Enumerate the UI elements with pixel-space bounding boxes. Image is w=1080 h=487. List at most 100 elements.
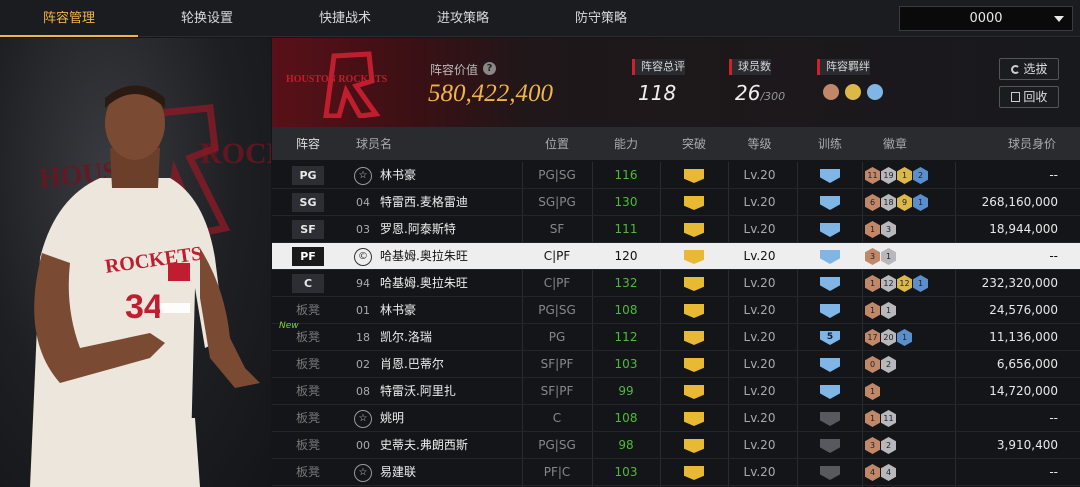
badge-list[interactable]: 6 18 9 1 bbox=[865, 194, 928, 211]
col-breakthrough[interactable]: 突破 bbox=[660, 128, 728, 160]
player-name[interactable]: 特雷西.麦格雷迪 bbox=[380, 189, 468, 216]
training-shield-icon[interactable] bbox=[820, 250, 840, 264]
player-name[interactable]: 凯尔.洛瑞 bbox=[380, 324, 432, 351]
badge-list[interactable]: 1 11 bbox=[865, 410, 896, 427]
training-shield-icon[interactable] bbox=[820, 466, 840, 480]
table-row[interactable]: 板凳 ☆ 易建联 PF|C 103 Lv.20 4 4 -- bbox=[272, 459, 1080, 486]
player-name[interactable]: 史蒂夫.弗朗西斯 bbox=[380, 432, 468, 459]
badge-icon: 1 bbox=[897, 167, 912, 184]
table-row[interactable]: SG 04 特雷西.麦格雷迪 SG|PG 130 Lv.20 6 18 9 1 268,160,00… bbox=[272, 189, 1080, 216]
table-row[interactable]: C 94 哈基姆.奥拉朱旺 C|PF 132 Lv.20 1 12 12 1 232,320,000 bbox=[272, 270, 1080, 297]
col-level[interactable]: 等级 bbox=[722, 128, 797, 160]
badge-list[interactable]: 1 12 12 1 bbox=[865, 275, 928, 292]
player-salary: 11,136,000 bbox=[989, 330, 1058, 344]
player-name[interactable]: 林书豪 bbox=[380, 297, 416, 324]
training-shield-icon[interactable] bbox=[820, 358, 840, 372]
badge-icon: 1 bbox=[897, 329, 912, 346]
tab-offense-strategy[interactable]: 进攻策略 bbox=[394, 0, 532, 37]
badge-list[interactable]: 32 bbox=[865, 437, 896, 454]
training-shield-icon[interactable] bbox=[820, 385, 840, 399]
table-row[interactable]: 板凳 08 特雷沃.阿里扎 SF|PF 99 Lv.20 1 14,720,000 bbox=[272, 378, 1080, 405]
player-salary: 6,656,000 bbox=[996, 357, 1058, 371]
training-shield-icon[interactable] bbox=[820, 304, 840, 318]
chemistry-gold-icon[interactable] bbox=[845, 84, 861, 100]
badge-list[interactable]: 44 bbox=[865, 464, 896, 481]
player-position: PF|C bbox=[543, 465, 571, 479]
col-salary[interactable]: 球员身价 bbox=[992, 128, 1072, 160]
col-ability[interactable]: 能力 bbox=[592, 128, 660, 160]
chemistry-blue-icon[interactable] bbox=[867, 84, 883, 100]
help-icon[interactable]: ? bbox=[483, 62, 496, 75]
bench-slot-label: 板凳 bbox=[295, 303, 320, 317]
training-shield-icon[interactable] bbox=[820, 439, 840, 453]
table-row[interactable]: 板凳 New 18 凯尔.洛瑞 PG 112 Lv.20 5 17 20 1 11,136,000 bbox=[272, 321, 1080, 351]
tab-rotation-settings[interactable]: 轮换设置 bbox=[138, 0, 276, 37]
jersey-number: 08 bbox=[356, 385, 370, 398]
table-row[interactable]: 板凳 ☆ 姚明 C 108 Lv.20 1 11 -- bbox=[272, 405, 1080, 432]
player-name[interactable]: 罗恩.阿泰斯特 bbox=[380, 216, 456, 243]
player-name[interactable]: 易建联 bbox=[380, 459, 416, 486]
training-shield-icon[interactable] bbox=[820, 412, 840, 426]
player-position: C bbox=[552, 411, 562, 425]
badge-list[interactable]: 1 bbox=[865, 383, 880, 400]
badge-list[interactable]: 13 bbox=[865, 221, 896, 238]
breakthrough-crown-icon[interactable] bbox=[684, 466, 704, 480]
breakthrough-crown-icon[interactable] bbox=[684, 196, 704, 210]
training-shield-icon[interactable]: 5 bbox=[820, 331, 840, 345]
breakthrough-crown-icon[interactable] bbox=[684, 223, 704, 237]
tab-lineup-management[interactable]: 阵容管理 bbox=[0, 0, 138, 37]
coin-dropdown-value: 0000 bbox=[969, 11, 1003, 26]
badge-list[interactable]: 11 bbox=[865, 302, 896, 319]
training-shield-icon[interactable] bbox=[820, 196, 840, 210]
player-salary: 3,910,400 bbox=[996, 438, 1058, 452]
breakthrough-crown-icon[interactable] bbox=[684, 304, 704, 318]
table-row[interactable]: PF © 哈基姆.奥拉朱旺 C|PF 120 Lv.20 3 1 -- bbox=[272, 243, 1080, 270]
table-row[interactable]: 板凳 00 史蒂夫.弗朗西斯 PG|SG 98 Lv.20 3 2 3,910,400 bbox=[272, 432, 1080, 459]
jersey-number: 03 bbox=[356, 223, 370, 236]
badge-icon: 12 bbox=[897, 275, 912, 292]
coin-dropdown[interactable]: 0000 bbox=[899, 6, 1073, 31]
player-name[interactable]: 肖恩.巴蒂尔 bbox=[380, 351, 444, 378]
training-shield-icon[interactable] bbox=[820, 223, 840, 237]
col-badges[interactable]: 徽章 bbox=[855, 128, 935, 160]
training-shield-icon[interactable] bbox=[820, 277, 840, 291]
chemistry-bronze-icon[interactable] bbox=[823, 84, 839, 100]
select-button[interactable]: 选拔 bbox=[999, 58, 1059, 80]
chemistry-icons[interactable] bbox=[823, 84, 883, 100]
tab-defense-strategy[interactable]: 防守策略 bbox=[532, 0, 670, 37]
player-name[interactable]: 特雷沃.阿里扎 bbox=[380, 378, 456, 405]
table-row[interactable]: SF 03 罗恩.阿泰斯特 SF 111 Lv.20 1 3 18,944,000 bbox=[272, 216, 1080, 243]
breakthrough-crown-icon[interactable] bbox=[684, 385, 704, 399]
breakthrough-crown-icon[interactable] bbox=[684, 439, 704, 453]
col-training[interactable]: 训练 bbox=[802, 128, 858, 160]
badge-icon: 1 bbox=[865, 383, 880, 400]
badge-list[interactable]: 17 20 1 bbox=[865, 329, 912, 346]
player-name[interactable]: 哈基姆.奥拉朱旺 bbox=[380, 270, 468, 297]
player-name[interactable]: 姚明 bbox=[380, 405, 404, 432]
badge-list[interactable]: 02 bbox=[865, 356, 896, 373]
lineup-slot-badge: SF bbox=[292, 220, 324, 239]
player-salary: 24,576,000 bbox=[989, 303, 1058, 317]
breakthrough-crown-icon[interactable] bbox=[684, 412, 704, 426]
refresh-icon bbox=[1010, 65, 1020, 74]
badge-list[interactable]: 11 19 1 2 bbox=[865, 167, 928, 184]
player-position: PG|SG bbox=[538, 168, 576, 182]
col-lineup[interactable]: 阵容 bbox=[292, 128, 324, 160]
breakthrough-crown-icon[interactable] bbox=[684, 277, 704, 291]
table-row[interactable]: PG ☆ 林书豪 PG|SG 116 Lv.20 11 19 1 2 -- bbox=[272, 162, 1080, 189]
table-row[interactable]: 板凳 01 林书豪 PG|SG 108 Lv.20 1 1 24,576,000 bbox=[272, 297, 1080, 324]
chevron-down-icon bbox=[1054, 16, 1064, 22]
breakthrough-crown-icon[interactable] bbox=[684, 250, 704, 264]
recycle-button[interactable]: 回收 bbox=[999, 86, 1059, 108]
training-shield-icon[interactable] bbox=[820, 169, 840, 183]
breakthrough-crown-icon[interactable] bbox=[684, 331, 704, 345]
breakthrough-crown-icon[interactable] bbox=[684, 169, 704, 183]
player-position: C|PF bbox=[543, 249, 571, 263]
col-player-name[interactable]: 球员名 bbox=[354, 128, 394, 160]
player-name[interactable]: 林书豪 bbox=[380, 162, 416, 189]
table-row[interactable]: 板凳 02 肖恩.巴蒂尔 SF|PF 103 Lv.20 0 2 6,656,000 bbox=[272, 351, 1080, 378]
col-position[interactable]: 位置 bbox=[522, 128, 592, 160]
breakthrough-crown-icon[interactable] bbox=[684, 358, 704, 372]
badge-list[interactable]: 31 bbox=[865, 248, 896, 265]
player-name[interactable]: 哈基姆.奥拉朱旺 bbox=[380, 243, 468, 270]
